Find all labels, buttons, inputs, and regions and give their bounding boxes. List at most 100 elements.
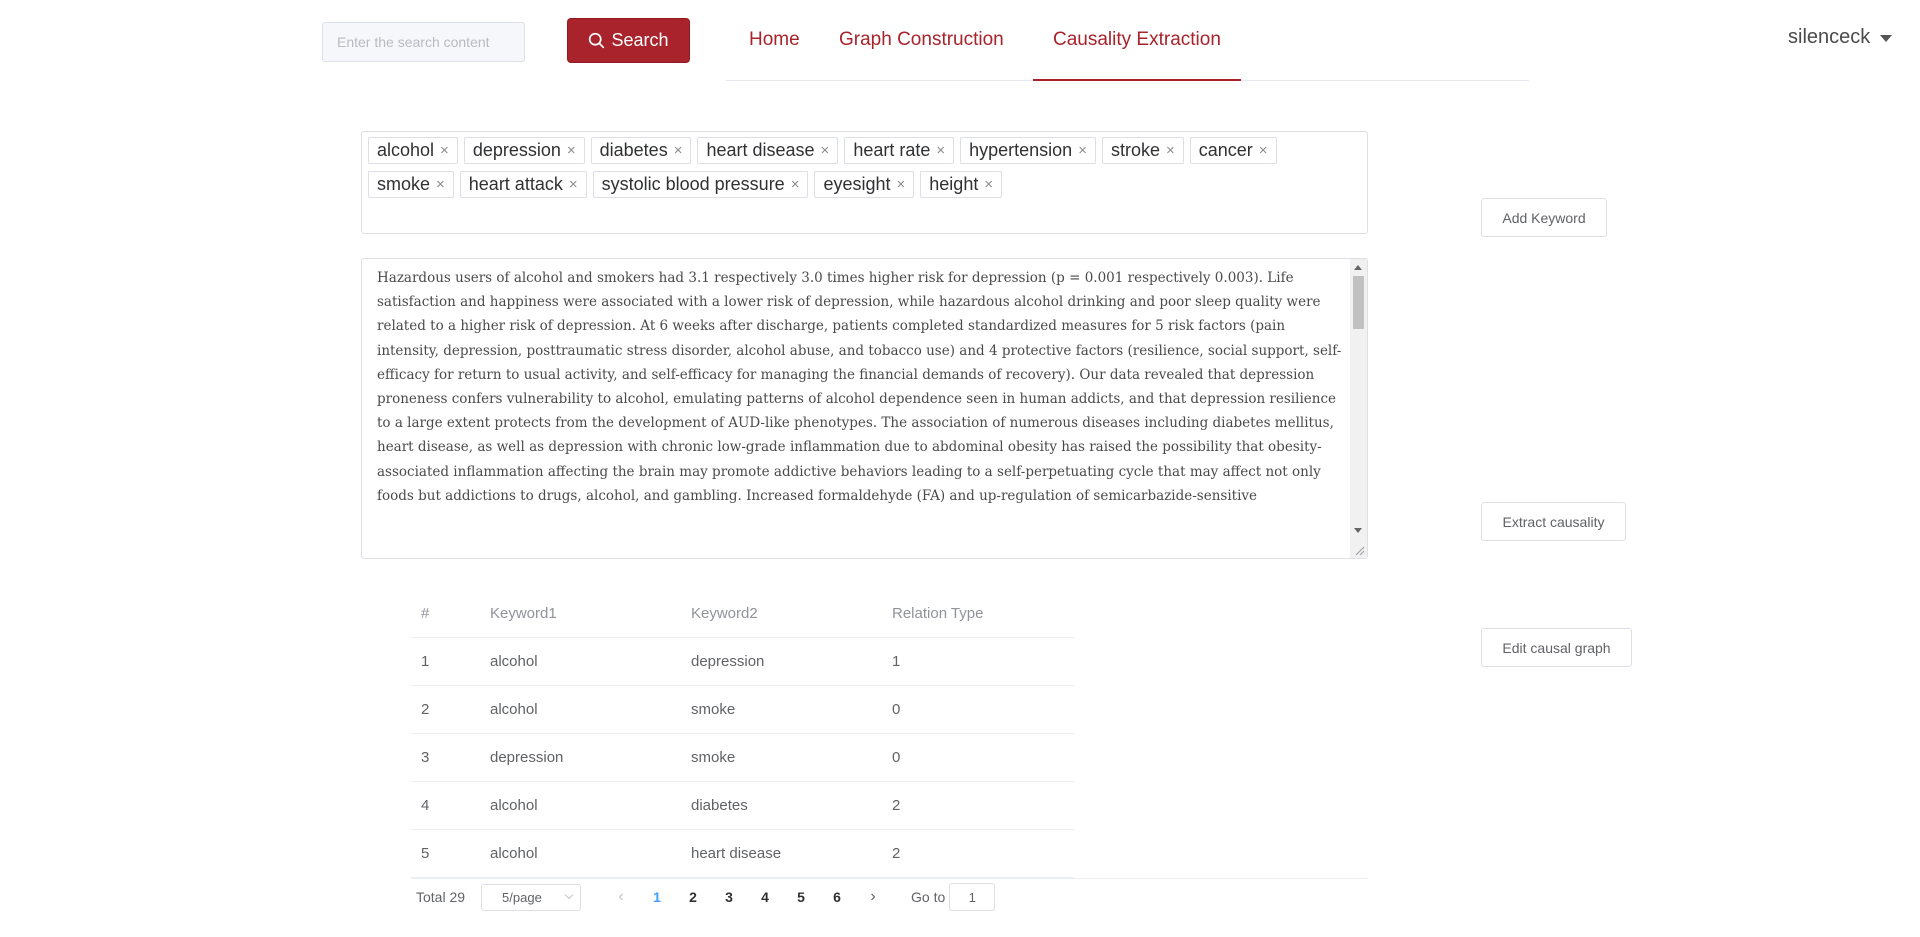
keyword-tag-label: heart rate bbox=[853, 140, 931, 160]
keyword-tag-label: smoke bbox=[377, 174, 431, 194]
cell-relation-type: 2 bbox=[892, 797, 901, 814]
cell-index: 3 bbox=[421, 749, 430, 766]
cell-keyword1: alcohol bbox=[490, 797, 538, 814]
pagination: Total 29 5/page ‹ 123456 › Go to bbox=[416, 882, 996, 912]
cell-relation-type: 0 bbox=[892, 749, 901, 766]
cell-keyword1: alcohol bbox=[490, 653, 538, 670]
keyword-tag: heart attack × bbox=[459, 171, 587, 198]
page-size-select[interactable]: 5/page bbox=[481, 883, 582, 911]
keyword-tag-label: height bbox=[929, 174, 979, 194]
cell-index: 1 bbox=[421, 653, 430, 670]
table-row: 1 alcohol depression 1 bbox=[411, 638, 1074, 686]
next-page-icon[interactable]: › bbox=[855, 888, 891, 906]
edit-causal-graph-button[interactable]: Edit causal graph bbox=[1481, 628, 1632, 667]
keyword-tag: hypertension × bbox=[960, 137, 1096, 164]
col-header-keyword2[interactable]: Keyword2 bbox=[691, 605, 892, 622]
cell-keyword2: smoke bbox=[691, 749, 736, 766]
keyword-tag: smoke × bbox=[368, 171, 454, 198]
keyword-tag-label: hypertension bbox=[969, 140, 1073, 160]
search-button-label: Search bbox=[611, 30, 669, 50]
cell-keyword1: depression bbox=[490, 749, 564, 766]
col-header-keyword1[interactable]: Keyword1 bbox=[490, 605, 691, 622]
keyword-tag: heart disease × bbox=[697, 137, 839, 164]
keyword-tag: diabetes × bbox=[590, 137, 692, 164]
keyword-tag: alcohol × bbox=[368, 137, 458, 164]
page-number[interactable]: 4 bbox=[747, 889, 783, 905]
cell-keyword2: diabetes bbox=[691, 797, 748, 814]
keyword-tag-label: heart disease bbox=[706, 140, 815, 160]
cell-relation-type: 0 bbox=[892, 701, 901, 718]
col-header-index[interactable]: # bbox=[411, 605, 490, 622]
cell-keyword2: heart disease bbox=[691, 845, 782, 862]
keyword-tag-box[interactable]: alcohol × depression × diabetes × heart diseas… bbox=[361, 131, 1368, 234]
user-menu[interactable]: silenceck bbox=[1788, 26, 1893, 49]
goto-page-input[interactable] bbox=[949, 883, 996, 911]
table-row: 2 alcohol smoke 0 bbox=[411, 686, 1074, 734]
page-size-value: 5/page bbox=[502, 889, 542, 905]
prev-page-icon[interactable]: ‹ bbox=[603, 888, 639, 906]
scroll-down-icon[interactable] bbox=[1354, 528, 1362, 533]
add-keyword-button[interactable]: Add Keyword bbox=[1481, 198, 1607, 237]
close-icon[interactable]: × bbox=[674, 143, 683, 158]
chevron-down-icon bbox=[564, 890, 574, 900]
nav-graph-construction[interactable]: Graph Construction bbox=[839, 0, 1004, 81]
cell-keyword1: alcohol bbox=[490, 845, 538, 862]
cell-keyword2: depression bbox=[691, 653, 765, 670]
page-number[interactable]: 5 bbox=[783, 889, 819, 905]
text-input-area[interactable]: Hazardous users of alcohol and smokers h… bbox=[361, 258, 1368, 559]
cell-index: 4 bbox=[421, 797, 430, 814]
cell-index: 5 bbox=[421, 845, 430, 862]
main-nav: Home Graph Construction Causality Extrac… bbox=[726, 0, 1529, 81]
scrollbar[interactable] bbox=[1350, 259, 1367, 558]
cell-relation-type: 1 bbox=[892, 653, 901, 670]
cell-index: 2 bbox=[421, 701, 430, 718]
close-icon[interactable]: × bbox=[791, 177, 800, 192]
page-number[interactable]: 6 bbox=[819, 889, 855, 905]
table-header-row: # Keyword1 Keyword2 Relation Type bbox=[411, 590, 1074, 638]
extract-causality-button[interactable]: Extract causality bbox=[1481, 502, 1626, 541]
username: silenceck bbox=[1788, 26, 1871, 48]
resize-handle-icon[interactable] bbox=[1353, 544, 1365, 556]
table-row: 5 alcohol heart disease 2 bbox=[411, 830, 1074, 878]
nav-home[interactable]: Home bbox=[749, 0, 800, 81]
goto-page: Go to bbox=[911, 883, 996, 911]
close-icon[interactable]: × bbox=[984, 177, 993, 192]
col-header-relation-type[interactable]: Relation Type bbox=[892, 605, 1074, 622]
nav-causality-extraction[interactable]: Causality Extraction bbox=[1033, 0, 1241, 81]
pagination-total: Total 29 bbox=[416, 889, 466, 905]
keyword-tag-label: depression bbox=[472, 140, 561, 160]
keyword-tag-label: eyesight bbox=[823, 174, 891, 194]
close-icon[interactable]: × bbox=[440, 143, 449, 158]
caret-down-icon bbox=[1880, 35, 1893, 42]
search-input[interactable] bbox=[322, 22, 525, 62]
keyword-tag: systolic blood pressure × bbox=[592, 171, 809, 198]
close-icon[interactable]: × bbox=[436, 177, 445, 192]
page-number[interactable]: 2 bbox=[675, 889, 711, 905]
text-input-content: Hazardous users of alcohol and smokers h… bbox=[377, 270, 1342, 504]
page-number[interactable]: 1 bbox=[639, 889, 675, 905]
keyword-tag: depression × bbox=[463, 137, 585, 164]
close-icon[interactable]: × bbox=[821, 143, 830, 158]
keyword-tag-label: systolic blood pressure bbox=[601, 174, 785, 194]
close-icon[interactable]: × bbox=[569, 177, 578, 192]
cell-keyword1: alcohol bbox=[490, 701, 538, 718]
close-icon[interactable]: × bbox=[1259, 143, 1268, 158]
close-icon[interactable]: × bbox=[567, 143, 576, 158]
keyword-tag-label: heart attack bbox=[468, 174, 563, 194]
keyword-tag-label: stroke bbox=[1110, 140, 1160, 160]
close-icon[interactable]: × bbox=[1078, 143, 1087, 158]
causality-table: # Keyword1 Keyword2 Relation Type 1 alcoh… bbox=[411, 590, 1074, 878]
keyword-tag: eyesight × bbox=[814, 171, 915, 198]
keyword-tag-label: diabetes bbox=[599, 140, 668, 160]
scroll-up-icon[interactable] bbox=[1354, 265, 1362, 270]
scroll-thumb[interactable] bbox=[1353, 276, 1364, 329]
keyword-tag-label: cancer bbox=[1198, 140, 1253, 160]
cell-relation-type: 2 bbox=[892, 845, 901, 862]
close-icon[interactable]: × bbox=[1166, 143, 1175, 158]
table-footer-divider bbox=[411, 878, 1368, 879]
search-icon bbox=[589, 32, 605, 49]
page-number[interactable]: 3 bbox=[711, 889, 747, 905]
close-icon[interactable]: × bbox=[936, 143, 945, 158]
close-icon[interactable]: × bbox=[897, 177, 906, 192]
search-button[interactable]: Search bbox=[567, 18, 690, 63]
